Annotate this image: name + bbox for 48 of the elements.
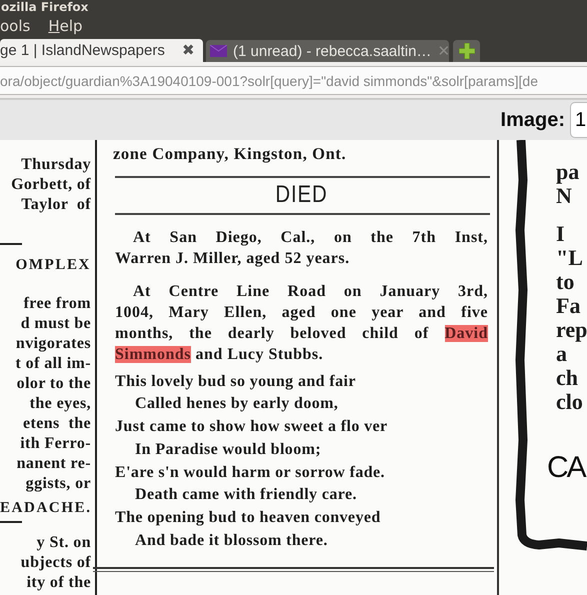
browser-tab[interactable]: (1 unread) - rebecca.saaltin… ✕ [206,40,449,62]
column-text-line: pa [556,160,580,184]
menu-item[interactable]: ools [0,17,32,35]
column-text-line: nvigorates [14,334,91,354]
column-text-line: ity of the [26,573,91,593]
section-heading: DIED [274,181,329,209]
column-text-line: clo [556,390,584,414]
column-text-line: ch [556,366,579,390]
column-text-line: ubjects of [20,553,91,573]
column-text-line: Gorbett, of [10,175,91,195]
column-text-line: to [556,270,576,294]
column-text-line: etens the [22,414,91,434]
column-text-line: N [556,184,572,208]
image-number-field[interactable]: 1 [570,102,587,138]
column-text-line: CA [547,450,585,486]
column-text-line: Thursday [20,155,91,175]
column-text-line: rep [556,318,587,342]
column-text-line: the eyes, [28,394,91,414]
column-text-line: ggists, or [24,474,91,494]
poem-line: E'are s'n would harm or sorrow fade. [115,462,386,483]
poem-line: The opening bud to heaven conveyed [115,508,382,528]
poem-line: Just came to show how sweet a flo ver [115,417,389,438]
close-icon[interactable]: ✖ [182,43,195,58]
column-heading: EADACHE. [0,499,91,518]
poem-line: In Paradise would bloom; [134,440,322,460]
column-text-line: y St. on [36,533,91,553]
menu-item[interactable]: Help [46,17,85,35]
column-text-line: olor to the [16,374,91,394]
column-text-line: d must be [20,314,91,334]
window-title: ozilla Firefox [0,0,90,14]
column-text-line: Taylor of [20,195,91,215]
column-text-line: nanent re- [16,454,91,474]
column-text-line: "L [556,246,584,270]
column-text-line: t of all im- [14,354,91,374]
poem-line: This lovely bud so young and fair [115,372,357,392]
poem-line: Death came with friendly care. [134,485,358,506]
poem-line: Called henes by early doom, [134,394,340,414]
column-text-line: free from [22,294,91,314]
browser-tab[interactable]: ge 1 | IslandNewspapers ✖ [0,39,203,62]
column-text-line: ith Ferro- [19,434,91,454]
poem-line: And bade it blossom there. [134,531,329,552]
column-text-line: zone Company, Kingston, Ont. [113,144,348,164]
death-notice: At San Diego, Cal., on the 7th Inst, Warren J. Miller, aged 52 years. [115,228,488,268]
column-heading: OMPLEX [14,256,91,275]
column-text-line: Fa [556,294,582,318]
field-label: Image: [500,108,565,132]
column-text-line: a [556,342,567,366]
column-text-line: I [556,222,566,246]
